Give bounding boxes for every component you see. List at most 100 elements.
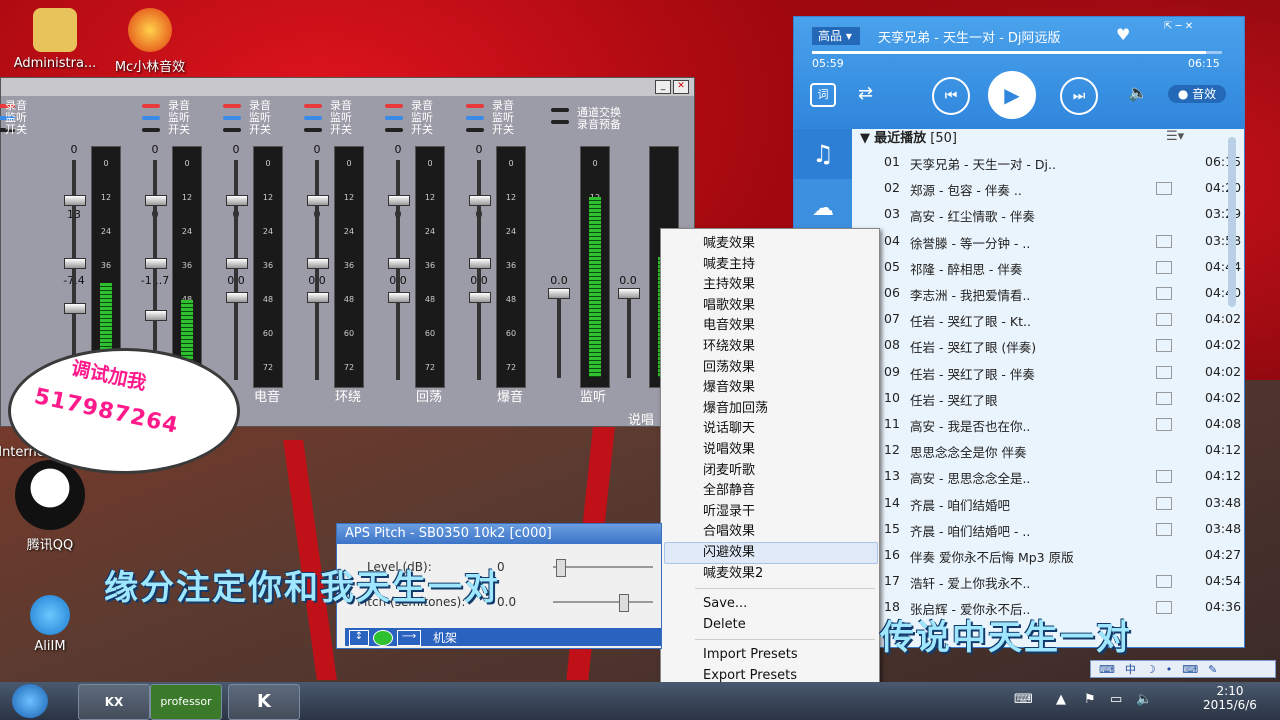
menu-item[interactable]: 爆音加回荡 [703, 399, 768, 419]
wrench-icon[interactable]: ✎ [1208, 663, 1217, 676]
fader-knob[interactable] [388, 258, 410, 269]
fader-track[interactable] [557, 288, 561, 378]
keyboard-icon[interactable]: ⌨ [1099, 663, 1115, 676]
track-row[interactable]: 09 任岩 - 哭红了眼 - 伴奏 04:02 [862, 359, 1241, 385]
tray-expand-icon[interactable]: ▲ [1056, 692, 1066, 707]
menu-item[interactable]: 回荡效果 [703, 358, 755, 378]
effect-button[interactable]: ● 音效 [1168, 85, 1226, 103]
flag-icon[interactable]: ⚑ [1084, 692, 1096, 707]
fader-knob[interactable] [307, 258, 329, 269]
cloud-icon[interactable]: ☁ [794, 189, 852, 229]
fader-track[interactable] [234, 160, 238, 380]
fader-knob[interactable] [469, 292, 491, 303]
taskbar-app-k[interactable]: K [228, 684, 300, 720]
channel-led[interactable] [466, 116, 484, 120]
menu-item[interactable]: 喊麦效果 [703, 234, 755, 254]
arrow-icon[interactable]: ⟶ [397, 630, 421, 646]
fader-track[interactable] [315, 160, 319, 380]
moon-icon[interactable]: ☽ [1146, 663, 1156, 676]
mv-icon[interactable] [1156, 313, 1172, 327]
fader-knob[interactable] [548, 288, 570, 299]
track-row[interactable]: 11 高安 - 我是否也在你.. 04:08 [862, 411, 1241, 437]
menu-item[interactable]: 说话聊天 [703, 419, 755, 439]
ime-chinese-label[interactable]: 中 [1125, 661, 1136, 677]
track-row[interactable]: 07 任岩 - 哭红了眼 - Kt.. 04:02 [862, 306, 1241, 332]
channel-led[interactable] [385, 116, 403, 120]
close-button[interactable]: ✕ [673, 80, 689, 94]
mv-icon[interactable] [1156, 391, 1172, 405]
heart-icon[interactable]: ♥ [1116, 25, 1130, 44]
menu-action-item[interactable]: Delete [703, 615, 746, 635]
desktop-icon-mc[interactable]: Mc小林音效 [95, 8, 205, 75]
fader-knob[interactable] [64, 303, 86, 314]
lyric-button[interactable]: 词 [810, 83, 836, 107]
desktop-icon-aliim[interactable]: AliIM [0, 595, 100, 654]
channel-led[interactable] [223, 116, 241, 120]
track-row[interactable]: 13 高安 - 思思念念全是.. 04:12 [862, 463, 1241, 489]
pitch-slider[interactable] [553, 594, 653, 612]
mv-icon[interactable] [1156, 496, 1172, 510]
channel-led[interactable] [385, 128, 403, 132]
level-slider[interactable] [553, 559, 653, 577]
list-menu-icon[interactable]: ☰▾ [1166, 129, 1184, 144]
fader-track[interactable] [72, 160, 76, 380]
track-row[interactable]: 14 齐晨 - 咱们结婚吧 03:48 [862, 490, 1241, 516]
track-row[interactable]: 15 齐晨 - 咱们结婚吧 - .. 03:48 [862, 516, 1241, 542]
menu-item[interactable]: 闪避效果 [703, 543, 755, 563]
mv-icon[interactable] [1156, 601, 1172, 615]
window-controls[interactable]: ⇱ ─ ✕ [1164, 21, 1193, 32]
menu-item[interactable]: 合唱效果 [703, 522, 755, 542]
next-button[interactable]: ⏭ [1060, 77, 1098, 115]
pitch-slider-thumb[interactable] [619, 594, 629, 612]
menu-item[interactable]: 电音效果 [703, 316, 755, 336]
fader-knob[interactable] [469, 195, 491, 206]
mv-icon[interactable] [1156, 260, 1172, 274]
taskbar-app-professor[interactable]: professor [150, 684, 222, 720]
menu-item[interactable]: 爆音效果 [703, 378, 755, 398]
track-row[interactable]: 02 郑源 - 包容 - 伴奏 .. 04:20 [862, 175, 1241, 201]
menu-item[interactable]: 环绕效果 [703, 337, 755, 357]
channel-led[interactable] [304, 128, 322, 132]
track-row[interactable]: 08 任岩 - 哭红了眼 (伴奏) 04:02 [862, 332, 1241, 358]
menu-item[interactable]: 主持效果 [703, 275, 755, 295]
channel-led[interactable] [142, 116, 160, 120]
prev-button[interactable]: ⏮ [932, 77, 970, 115]
minimize-button[interactable]: _ [655, 80, 671, 94]
quality-select[interactable]: 高品 ▾ [812, 27, 860, 45]
fader-track[interactable] [627, 288, 631, 378]
fader-knob[interactable] [307, 292, 329, 303]
desktop-icon-qq[interactable]: 腾讯QQ [0, 460, 100, 553]
track-row[interactable]: 01 天孪兄弟 - 天生一对 - Dj.. 06:15 [862, 149, 1241, 175]
mv-icon[interactable] [1156, 418, 1172, 431]
channel-led[interactable] [304, 116, 322, 120]
mv-icon[interactable] [1156, 522, 1172, 536]
channel-led[interactable] [385, 104, 403, 108]
menu-item[interactable]: 唱歌效果 [703, 296, 755, 316]
channel-led[interactable] [142, 104, 160, 108]
channel-led[interactable] [223, 104, 241, 108]
channel-led[interactable] [466, 104, 484, 108]
fader-knob[interactable] [64, 195, 86, 206]
mv-icon[interactable] [1156, 287, 1172, 300]
fader-knob[interactable] [226, 195, 248, 206]
track-row[interactable]: 03 高安 - 红尘情歌 - 伴奏 03:29 [862, 201, 1241, 227]
fader-knob[interactable] [307, 195, 329, 206]
mv-icon[interactable] [1156, 365, 1172, 379]
menu-preset-item[interactable]: Import Presets [703, 645, 798, 665]
music-note-icon[interactable]: ♫ [794, 129, 852, 179]
fader-knob[interactable] [388, 195, 410, 206]
track-row[interactable]: 12 思思念念全是你 伴奏 04:12 [862, 437, 1241, 463]
channel-led[interactable] [142, 128, 160, 132]
volume-icon[interactable]: 🔈 [1128, 83, 1148, 102]
channel-led[interactable] [304, 104, 322, 108]
track-row[interactable]: 06 李志洲 - 我把爱情看.. 04:40 [862, 280, 1241, 306]
scrollbar[interactable] [1228, 137, 1236, 307]
tray-keyboard-icon[interactable]: ⌨ [1014, 692, 1033, 707]
dot-icon[interactable]: • [1166, 663, 1173, 676]
menu-item[interactable]: 全部静音 [703, 481, 755, 501]
keyboard-icon[interactable]: ⌨ [1182, 663, 1198, 676]
menu-item[interactable]: 喊麦主持 [703, 255, 755, 275]
mv-icon[interactable] [1156, 339, 1172, 353]
level-slider-thumb[interactable] [556, 559, 566, 577]
fader-knob[interactable] [469, 258, 491, 269]
